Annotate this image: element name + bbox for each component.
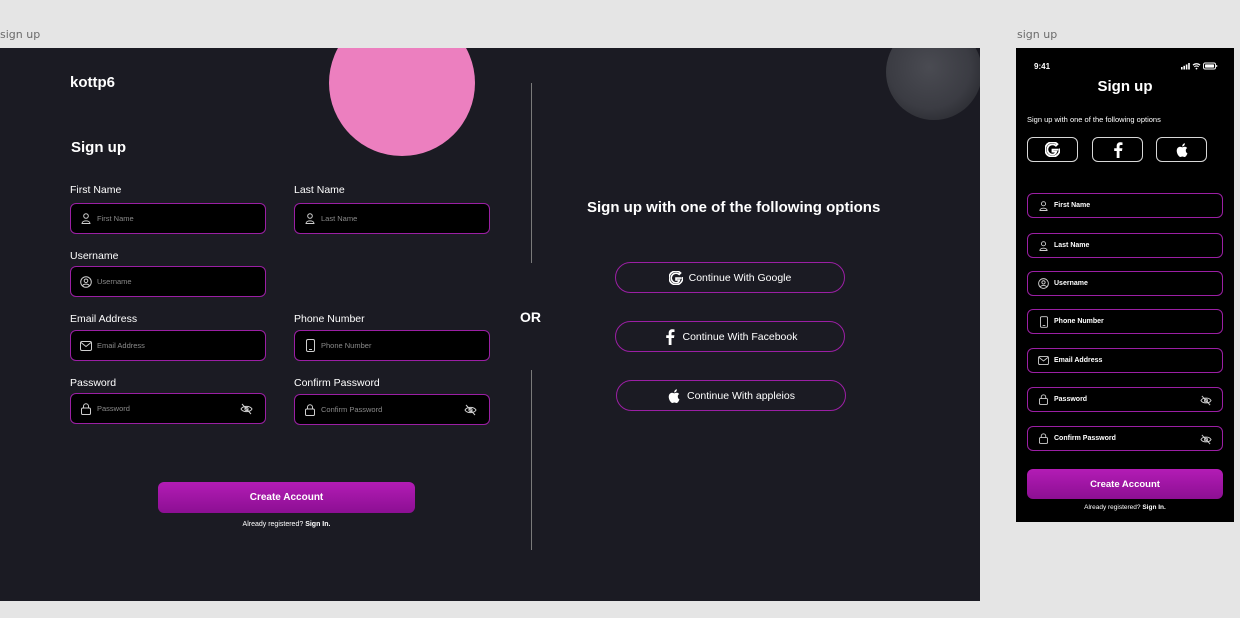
decorative-grey-circle: [886, 48, 980, 120]
facebook-icon: [1113, 141, 1123, 158]
email-label: Email Address: [70, 313, 138, 325]
username-placeholder: Username: [97, 277, 132, 286]
google-icon: [668, 270, 683, 285]
confirm-password-placeholder: Confirm Password: [321, 405, 383, 414]
mobile-username-field[interactable]: Username: [1027, 271, 1223, 296]
mobile-signup-frame: 9:41 Sign up Sign up with one of the fol…: [1016, 48, 1234, 522]
lock-icon: [80, 402, 92, 415]
user-icon: [304, 213, 316, 225]
last-name-placeholder: Last Name: [321, 214, 358, 223]
mobile-frame-label: sign up: [1017, 28, 1058, 41]
lock-icon: [1038, 433, 1049, 444]
eye-off-icon[interactable]: [464, 404, 477, 416]
apple-button-label: Continue With appleios: [687, 389, 795, 402]
form-title: Sign up: [71, 139, 126, 156]
last-name-field[interactable]: Last Name: [294, 203, 490, 234]
mobile-social-subtitle: Sign up with one of the following option…: [1027, 115, 1161, 124]
mobile-password-field[interactable]: Password: [1027, 387, 1223, 412]
sign-in-link[interactable]: Sign In.: [305, 521, 330, 528]
eye-off-icon[interactable]: [1200, 395, 1212, 406]
user-circle-icon: [80, 275, 92, 288]
mobile-sign-in-link[interactable]: Sign In.: [1142, 504, 1165, 511]
mobile-phone-placeholder: Phone Number: [1054, 318, 1104, 325]
google-button-label: Continue With Google: [688, 271, 792, 284]
facebook-icon: [663, 328, 677, 345]
password-placeholder: Password: [97, 404, 130, 413]
phone-field[interactable]: Phone Number: [294, 330, 490, 361]
google-button[interactable]: Continue With Google: [615, 262, 845, 293]
mobile-username-placeholder: Username: [1054, 280, 1088, 287]
mobile-facebook-button[interactable]: [1092, 137, 1143, 162]
first-name-field[interactable]: First Name: [70, 203, 266, 234]
already-registered-text: Already registered?: [242, 521, 304, 528]
mobile-apple-button[interactable]: [1156, 137, 1207, 162]
mobile-confirm-password-field[interactable]: Confirm Password: [1027, 426, 1223, 451]
phone-label: Phone Number: [294, 313, 365, 325]
wifi-icon: [1192, 63, 1201, 70]
mail-icon: [80, 340, 92, 352]
eye-off-icon[interactable]: [1200, 434, 1212, 445]
first-name-label: First Name: [70, 184, 122, 196]
phone-icon: [1038, 315, 1049, 328]
divider-bottom: [531, 370, 532, 550]
apple-icon: [1176, 142, 1188, 157]
divider-top: [531, 83, 532, 263]
user-circle-icon: [1038, 278, 1049, 289]
user-icon: [80, 213, 92, 225]
password-label: Password: [70, 377, 117, 389]
facebook-button[interactable]: Continue With Facebook: [615, 321, 845, 352]
confirm-password-label: Confirm Password: [294, 377, 380, 389]
mobile-already-registered-text: Already registered?: [1084, 504, 1141, 511]
status-time: 9:41: [1034, 62, 1051, 71]
mobile-google-button[interactable]: [1027, 137, 1078, 162]
mobile-create-account-button[interactable]: Create Account: [1027, 469, 1223, 499]
facebook-button-label: Continue With Facebook: [682, 330, 798, 343]
already-registered-line: Already registered? Sign In.: [158, 521, 415, 528]
lock-icon: [304, 403, 316, 416]
brand-logo: kottp6: [70, 74, 115, 91]
mobile-phone-field[interactable]: Phone Number: [1027, 309, 1223, 334]
mobile-last-name-field[interactable]: Last Name: [1027, 233, 1223, 258]
lock-icon: [1038, 394, 1049, 405]
mail-icon: [1038, 355, 1049, 366]
username-label: Username: [70, 250, 119, 262]
decorative-pink-circle: [329, 48, 475, 156]
phone-icon: [304, 339, 316, 352]
or-separator: OR: [520, 309, 541, 325]
mobile-password-placeholder: Password: [1054, 396, 1088, 403]
email-placeholder: Email Address: [97, 341, 145, 350]
password-field[interactable]: Password: [70, 393, 266, 424]
mobile-confirm-password-placeholder: Confirm Password: [1054, 435, 1116, 442]
mobile-page-title: Sign up: [1097, 78, 1153, 95]
desktop-signup-frame: kottp6 Sign up First Name First Name Las…: [0, 48, 980, 601]
apple-icon: [667, 388, 681, 403]
signal-icon: [1181, 63, 1190, 70]
mobile-first-name-placeholder: First Name: [1054, 202, 1091, 209]
user-icon: [1038, 200, 1049, 211]
battery-icon: [1203, 62, 1218, 70]
google-icon: [1045, 142, 1060, 157]
mobile-email-placeholder: Email Address: [1054, 357, 1103, 364]
mobile-already-registered-line: Already registered? Sign In.: [1027, 504, 1223, 511]
first-name-placeholder: First Name: [97, 214, 134, 223]
create-account-button[interactable]: Create Account: [158, 482, 415, 513]
email-field[interactable]: Email Address: [70, 330, 266, 361]
social-options-title: Sign up with one of the following option…: [587, 199, 881, 216]
status-icons: [1181, 62, 1221, 70]
mobile-email-field[interactable]: Email Address: [1027, 348, 1223, 373]
confirm-password-field[interactable]: Confirm Password: [294, 394, 490, 425]
apple-button[interactable]: Continue With appleios: [616, 380, 846, 411]
desktop-frame-label: sign up: [0, 28, 41, 41]
phone-placeholder: Phone Number: [321, 341, 372, 350]
last-name-label: Last Name: [294, 184, 345, 196]
user-icon: [1038, 240, 1049, 251]
eye-off-icon[interactable]: [240, 403, 253, 415]
mobile-first-name-field[interactable]: First Name: [1027, 193, 1223, 218]
mobile-last-name-placeholder: Last Name: [1054, 242, 1090, 249]
username-field[interactable]: Username: [70, 266, 266, 297]
